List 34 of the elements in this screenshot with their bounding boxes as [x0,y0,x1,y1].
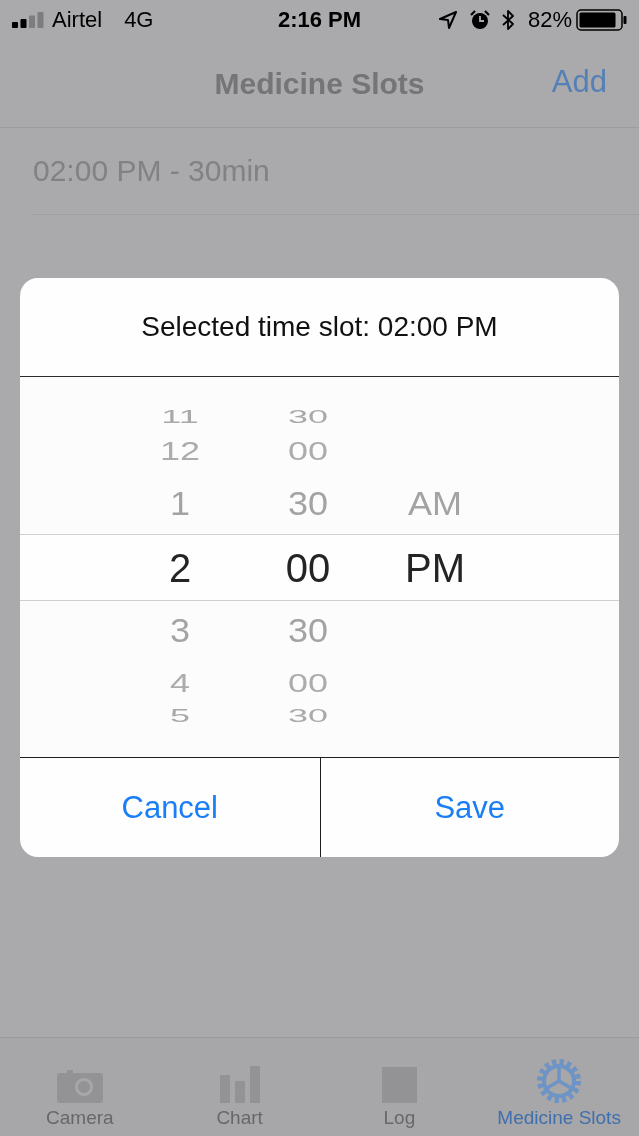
picker-option[interactable]: 30 [287,614,328,648]
picker-option[interactable]: 30 [287,707,328,725]
picker-option[interactable]: PM [405,547,465,588]
picker-option[interactable]: 12 [159,438,200,465]
tab-item[interactable]: Camera [0,1038,160,1136]
tab-item[interactable]: Log [319,1038,480,1136]
picker-option[interactable]: 3 [170,614,190,648]
picker-option[interactable]: 11 [161,407,199,426]
tab-item[interactable]: Medicine Slots [479,1038,639,1136]
battery-percent: 82% [527,7,572,33]
picker-option[interactable]: 00 [287,671,328,697]
picker-option[interactable]: 2 [168,547,192,588]
status-time: 2:16 PM [277,7,362,33]
picker-option[interactable]: 00 [287,438,328,465]
dialog-button[interactable]: Save [319,758,619,857]
location-arrow-icon [438,11,457,29]
dialog-title: Selected time slot: 02:00 PM [141,311,498,343]
picker-option[interactable]: AM [408,487,462,521]
picker-option[interactable]: 5 [170,707,190,725]
dialog-button[interactable]: Cancel [20,758,320,857]
picker-option[interactable]: 00 [285,547,331,588]
picker-option[interactable]: 1 [170,487,190,521]
carrier-name: Airtel [52,7,103,33]
settings-icon [537,1059,582,1103]
signal-icon [12,12,44,28]
picker-option[interactable]: 4 [170,671,190,697]
picker-option[interactable]: 30 [287,407,328,426]
battery-icon [576,9,627,31]
tab-item[interactable]: Chart [159,1038,320,1136]
add-button[interactable]: Add [551,64,607,100]
picker-option[interactable]: 30 [287,487,328,521]
bluetooth-icon [501,9,515,31]
network-type: 4G [124,7,154,33]
alarm-clock-icon [469,10,490,30]
